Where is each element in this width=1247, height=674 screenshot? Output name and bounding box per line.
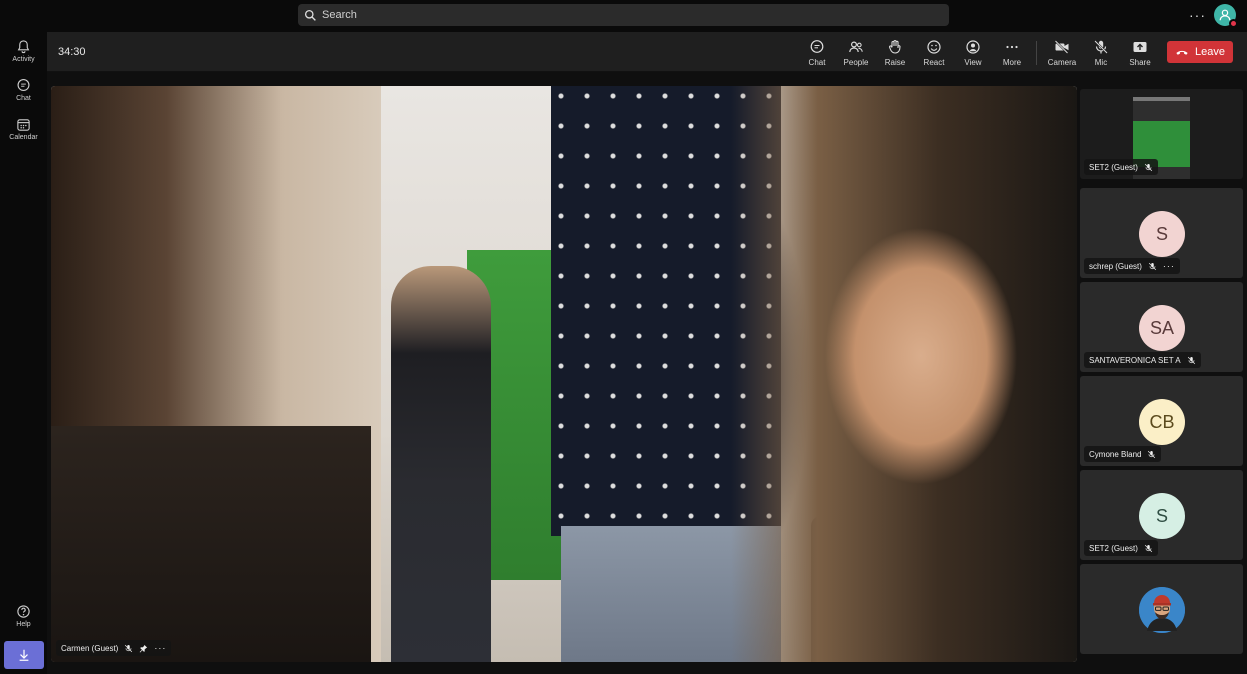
bell-icon	[17, 40, 30, 54]
chat-button[interactable]: Chat	[799, 39, 835, 67]
view-label: View	[964, 58, 982, 67]
raise-label: Raise	[884, 58, 906, 67]
participant-name: SET2 (Guest)	[1089, 543, 1138, 553]
participant-name: SANTAVERONICA SET A	[1089, 355, 1181, 365]
hand-icon	[889, 39, 901, 54]
hang-up-icon	[1176, 50, 1188, 55]
participant-tile[interactable]: S SET2 (Guest)	[1080, 470, 1243, 560]
toolbar-divider	[1036, 41, 1037, 65]
react-label: React	[923, 58, 945, 67]
participant-name-tag: schrep (Guest) ···	[1084, 258, 1180, 274]
react-button[interactable]: React	[916, 39, 952, 67]
participant-name: schrep (Guest)	[1089, 261, 1142, 271]
mic-off-icon	[1144, 544, 1153, 552]
leave-label: Leave	[1195, 46, 1225, 58]
search-box[interactable]	[298, 4, 949, 26]
mic-button[interactable]: Mic	[1083, 39, 1119, 67]
status-dot	[1229, 19, 1238, 28]
participant-tile-self[interactable]	[1080, 564, 1243, 654]
calendar-icon	[17, 119, 30, 131]
leave-button[interactable]: Leave	[1167, 41, 1233, 63]
download-button[interactable]	[4, 641, 44, 669]
camera-button[interactable]: Camera	[1044, 39, 1080, 67]
rail-item-chat[interactable]: Chat	[0, 78, 47, 102]
main-video-name-tag[interactable]: Carmen (Guest) ···	[56, 640, 172, 656]
chat-icon	[810, 40, 824, 53]
mic-off-icon	[1144, 163, 1153, 171]
rail-item-calendar[interactable]: Calendar	[0, 117, 47, 141]
screen-thumbnail-titlebar	[1133, 97, 1190, 101]
participant-avatar: S	[1139, 211, 1185, 257]
people-label: People	[843, 58, 869, 67]
participant-tile[interactable]: CB Cymone Bland	[1080, 376, 1243, 466]
participant-avatar: S	[1139, 493, 1185, 539]
chat-icon	[17, 79, 30, 92]
more-options-icon[interactable]: ···	[1189, 7, 1206, 23]
more-options-icon[interactable]: ···	[1163, 261, 1175, 271]
search-input[interactable]	[322, 9, 922, 21]
chat-label: Chat	[808, 58, 826, 67]
raise-hand-button[interactable]: Raise	[877, 39, 913, 67]
smile-icon	[927, 40, 941, 54]
participant-photo-avatar	[1139, 587, 1185, 633]
search-icon	[304, 9, 316, 21]
participant-name-tag: Cymone Bland	[1084, 446, 1162, 462]
more-label: More	[1002, 58, 1022, 67]
share-button[interactable]: Share	[1122, 39, 1158, 67]
participant-name: Cymone Bland	[1089, 449, 1142, 459]
rail-item-activity[interactable]: Activity	[0, 39, 47, 63]
mic-label: Mic	[1094, 58, 1108, 67]
main-video-feed[interactable]: Carmen (Guest) ···	[51, 86, 1077, 662]
mic-off-icon	[125, 644, 133, 652]
person-face-closeup	[731, 86, 1077, 662]
meeting-timer: 34:30	[58, 46, 86, 58]
view-icon	[966, 40, 980, 54]
participant-avatar: CB	[1139, 399, 1185, 445]
foreground-person-left-lower	[51, 426, 371, 662]
participant-name: SET2 (Guest)	[1089, 162, 1138, 172]
rail-label: Chat	[16, 95, 31, 102]
mic-off-icon	[1148, 262, 1157, 270]
rail-item-help[interactable]: Help	[0, 604, 47, 628]
app-rail: Activity Chat Calendar Help	[0, 32, 47, 674]
mic-off-icon	[1094, 40, 1108, 54]
participant-avatar: SA	[1139, 305, 1185, 351]
camera-label: Camera	[1047, 58, 1077, 67]
rail-label: Activity	[12, 56, 35, 63]
camera-off-icon	[1054, 40, 1069, 54]
people-button[interactable]: People	[838, 39, 874, 67]
profile-avatar[interactable]	[1214, 4, 1238, 28]
mic-off-icon	[1148, 450, 1156, 458]
download-icon	[19, 649, 29, 661]
person-photo-icon	[1139, 587, 1185, 633]
view-button[interactable]: View	[955, 39, 991, 67]
help-icon	[17, 605, 30, 618]
participant-tile[interactable]: S schrep (Guest) ···	[1080, 188, 1243, 278]
share-label: Share	[1129, 58, 1151, 67]
more-button[interactable]: More	[994, 39, 1030, 67]
participant-name-tag: SANTAVERONICA SET A	[1084, 352, 1201, 368]
rail-label: Help	[16, 621, 31, 628]
more-options-icon[interactable]: ···	[154, 643, 166, 653]
participant-name-tag: SET2 (Guest)	[1084, 540, 1158, 556]
background-person	[391, 266, 491, 662]
participant-tile-screen[interactable]: SET2 (Guest)	[1080, 89, 1243, 179]
people-icon	[849, 41, 863, 53]
participant-tile[interactable]: SA SANTAVERONICA SET A	[1080, 282, 1243, 372]
rail-label: Calendar	[9, 134, 38, 141]
participant-name: Carmen (Guest)	[61, 643, 119, 653]
pin-icon	[140, 644, 148, 652]
more-icon	[1006, 45, 1018, 49]
participant-name-tag: SET2 (Guest)	[1084, 159, 1158, 175]
share-icon	[1133, 42, 1147, 52]
title-bar: ···	[0, 0, 1247, 32]
meeting-toolbar: 34:30 Chat People Raise React View More …	[47, 32, 1247, 72]
mic-off-icon	[1187, 356, 1195, 364]
